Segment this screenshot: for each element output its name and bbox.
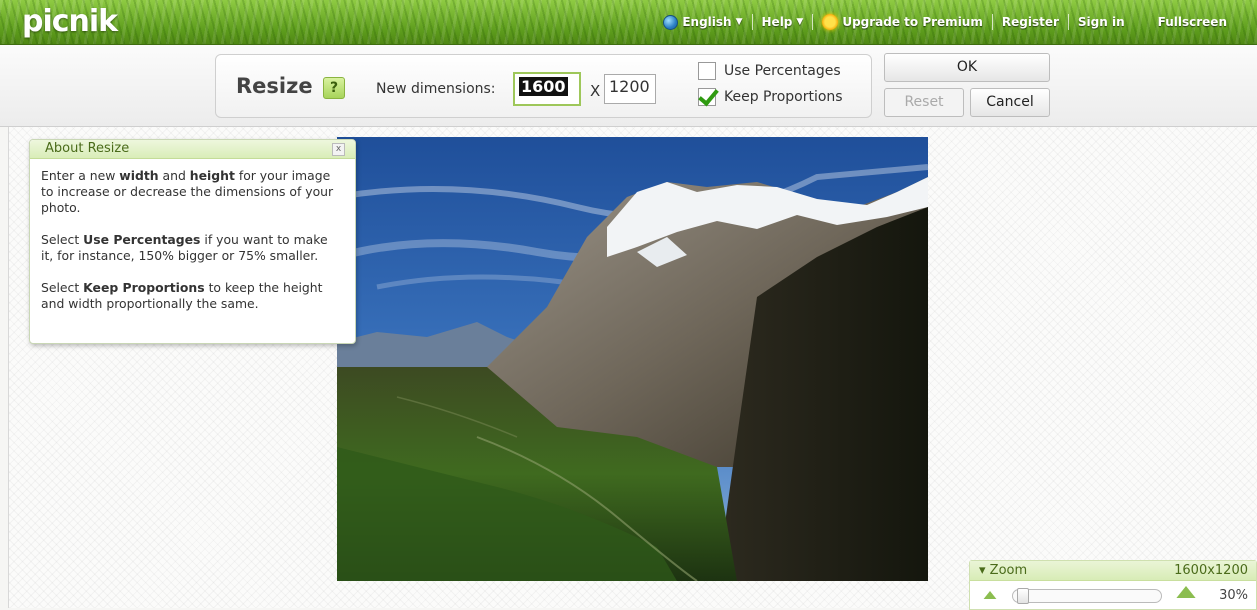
keep-proportions-label: Keep Proportions — [724, 89, 843, 105]
zoom-toggle[interactable]: ▾ Zoom — [979, 563, 1027, 578]
tool-title: Resize — [236, 74, 313, 98]
top-navigation: English ▼ Help ▼ Upgrade to Premium Regi… — [654, 0, 1257, 44]
register-link[interactable]: Register — [993, 15, 1068, 29]
text-segment: Select — [41, 232, 84, 247]
upgrade-label: Upgrade to Premium — [842, 15, 983, 29]
help-label: Help — [761, 15, 793, 29]
close-icon[interactable]: x — [332, 143, 345, 156]
zoom-panel: ▾ Zoom 1600x1200 30% — [969, 560, 1257, 610]
chevron-down-icon: ▼ — [735, 17, 743, 27]
zoom-slider[interactable] — [1012, 588, 1162, 604]
mountain-photo — [337, 137, 928, 581]
zoom-in-icon[interactable] — [1176, 586, 1196, 598]
about-paragraph-1: Enter a new width and height for your im… — [41, 168, 343, 216]
use-percentages-label: Use Percentages — [724, 63, 841, 79]
zoom-percent: 30% — [1219, 588, 1248, 603]
text-bold: Use Percentages — [83, 232, 201, 247]
text-bold: Keep Proportions — [83, 280, 205, 295]
help-button[interactable]: ? — [323, 77, 345, 99]
height-input[interactable]: 1200 — [604, 74, 656, 104]
language-label: English — [682, 15, 732, 29]
about-panel-body: Enter a new width and height for your im… — [30, 159, 355, 312]
resize-panel: Resize ? New dimensions: 1600 X 1200 Use… — [215, 54, 872, 118]
text-segment: Select — [41, 280, 84, 295]
width-value: 1600 — [519, 77, 568, 96]
zoom-slider-handle[interactable] — [1017, 588, 1029, 604]
text-bold: width — [119, 168, 159, 183]
use-percentages-checkbox[interactable] — [698, 62, 716, 80]
sun-icon — [822, 14, 839, 30]
zoom-label: Zoom — [989, 563, 1028, 578]
photo-canvas[interactable] — [337, 137, 928, 581]
times-label: X — [590, 82, 601, 100]
picnik-logo[interactable]: picnik — [22, 4, 118, 39]
dimensions-label: New dimensions: — [376, 81, 496, 97]
reset-button[interactable]: Reset — [884, 88, 964, 117]
cancel-button[interactable]: Cancel — [970, 88, 1050, 117]
about-panel-header: About Resize x — [30, 140, 355, 159]
text-segment: Enter a new — [41, 168, 120, 183]
zoom-out-icon[interactable] — [983, 591, 997, 599]
fullscreen-button[interactable]: Fullscreen — [1134, 15, 1257, 29]
tool-options-bar: Resize ? New dimensions: 1600 X 1200 Use… — [0, 45, 1257, 127]
width-input[interactable]: 1600 — [513, 72, 581, 106]
top-bar: picnik English ▼ Help ▼ Upgrade to Premi… — [0, 0, 1257, 45]
about-resize-panel: About Resize x Enter a new width and hei… — [29, 139, 356, 344]
image-size-readout: 1600x1200 — [1174, 563, 1248, 578]
language-menu[interactable]: English ▼ — [654, 14, 751, 30]
about-paragraph-2: Select Use Percentages if you want to ma… — [41, 232, 343, 264]
chevron-down-icon: ▼ — [796, 17, 804, 27]
ok-button[interactable]: OK — [884, 53, 1050, 82]
about-paragraph-3: Select Keep Proportions to keep the heig… — [41, 280, 343, 312]
about-panel-title: About Resize — [45, 141, 130, 156]
text-segment: and — [158, 168, 190, 183]
upgrade-link[interactable]: Upgrade to Premium — [813, 14, 992, 30]
help-menu[interactable]: Help ▼ — [753, 15, 813, 29]
keep-proportions-option[interactable]: Keep Proportions — [698, 88, 843, 106]
use-percentages-option[interactable]: Use Percentages — [698, 62, 841, 80]
keep-proportions-checkbox[interactable] — [698, 88, 716, 106]
zoom-panel-header[interactable]: ▾ Zoom 1600x1200 — [970, 561, 1256, 581]
text-bold: height — [189, 168, 235, 183]
globe-icon — [663, 14, 679, 30]
sign-in-link[interactable]: Sign in — [1069, 15, 1134, 29]
